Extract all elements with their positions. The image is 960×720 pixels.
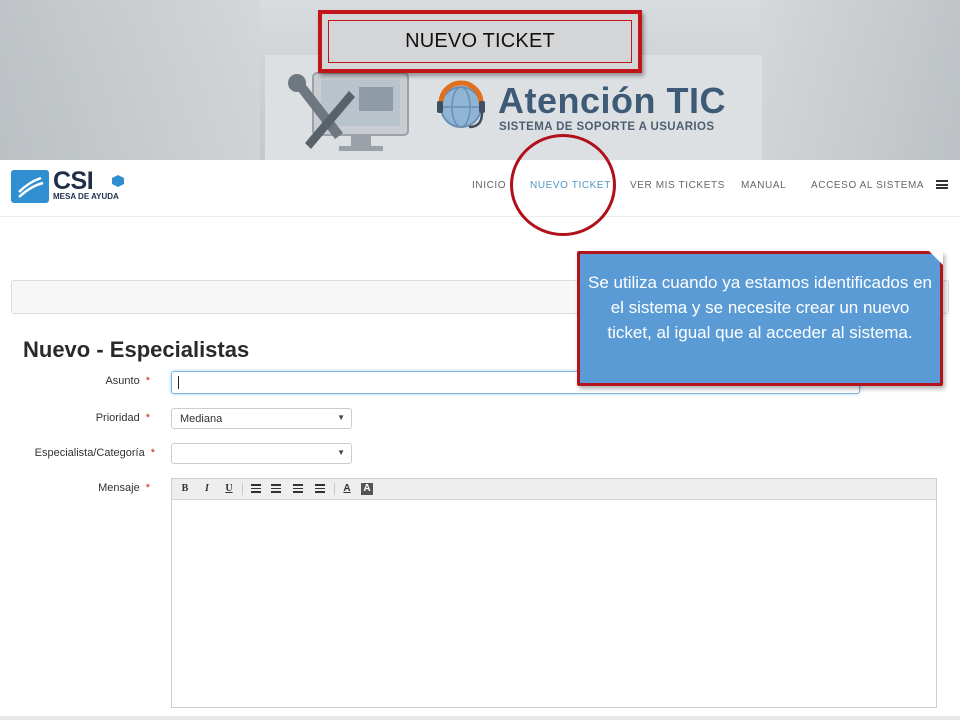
form-title: Nuevo - Especialistas [23,337,250,362]
italic-button[interactable]: I [200,482,214,496]
bullet-list-icon[interactable] [249,482,263,496]
asunto-label-text: Asunto [105,375,140,387]
required-mark: * [145,412,150,424]
banner-heading: Atención TIC [498,80,726,121]
dropdown-arrow-icon: ▼ [337,413,345,422]
brand-logo[interactable]: CSI MESA DE AYUDA [11,167,124,208]
required-mark: * [150,447,155,459]
highlight-circle [510,134,616,236]
headset-globe-icon [437,80,485,129]
explanation-callout: Se utiliza cuando ya estamos identificad… [577,251,943,386]
callout-folded-corner [929,251,943,265]
banner-subheading: SISTEMA DE SOPORTE A USUARIOS [499,121,715,133]
mensaje-label-text: Mensaje [98,482,140,494]
especialista-label-text: Especialista/Categoría [34,447,145,459]
slide-title-inner: NUEVO TICKET [328,20,632,63]
background-color-icon[interactable]: A [361,483,373,495]
text-cursor [178,376,179,389]
dropdown-arrow-icon: ▼ [337,448,345,457]
header-banner: Atención TIC SISTEMA DE SOPORTE A USUARI… [0,0,960,160]
mensaje-label: Mensaje * [98,482,150,494]
asunto-label: Asunto * [105,375,150,387]
callout-text: Se utiliza cuando ya estamos identificad… [588,273,932,342]
nav-item-acceso-al-sistema[interactable]: ACCESO AL SISTEMA [811,180,924,191]
prioridad-label: Prioridad * [96,412,150,424]
brand-hexagon-icon [112,175,124,187]
outdent-icon[interactable] [291,482,305,496]
nav-item-manual[interactable]: MANUAL [741,180,786,191]
text-color-icon[interactable]: A [340,482,354,496]
numbered-list-icon[interactable] [269,482,283,496]
csi-logo-icon [11,170,49,203]
toolbar-separator [334,483,335,495]
especialista-label: Especialista/Categoría * [35,447,155,459]
indent-icon[interactable] [313,482,327,496]
prioridad-select[interactable]: Mediana ▼ [171,408,352,429]
bold-button[interactable]: B [178,482,192,496]
banner-background-left [0,0,260,160]
especialista-select[interactable]: ▼ [171,443,352,464]
required-mark: * [145,375,150,387]
mensaje-editor[interactable]: B I U A A [171,478,937,708]
prioridad-label-text: Prioridad [95,412,140,424]
toolbar-separator [242,483,243,495]
editor-toolbar: B I U A A [172,479,936,500]
slide-title-box: NUEVO TICKET [318,10,642,73]
underline-button[interactable]: U [222,482,236,496]
nav-item-inicio[interactable]: INICIO [472,180,506,191]
nav-item-ver-mis-tickets[interactable]: VER MIS TICKETS [630,180,725,191]
brand-subtitle: MESA DE AYUDA [53,192,119,201]
tools-monitor-icon [288,72,409,151]
slide-title: NUEVO TICKET [405,30,555,52]
prioridad-value: Mediana [180,413,223,425]
required-mark: * [145,482,150,494]
banner-background-right [760,0,960,160]
page-bottom-edge [0,716,960,720]
hamburger-icon[interactable] [936,180,948,189]
